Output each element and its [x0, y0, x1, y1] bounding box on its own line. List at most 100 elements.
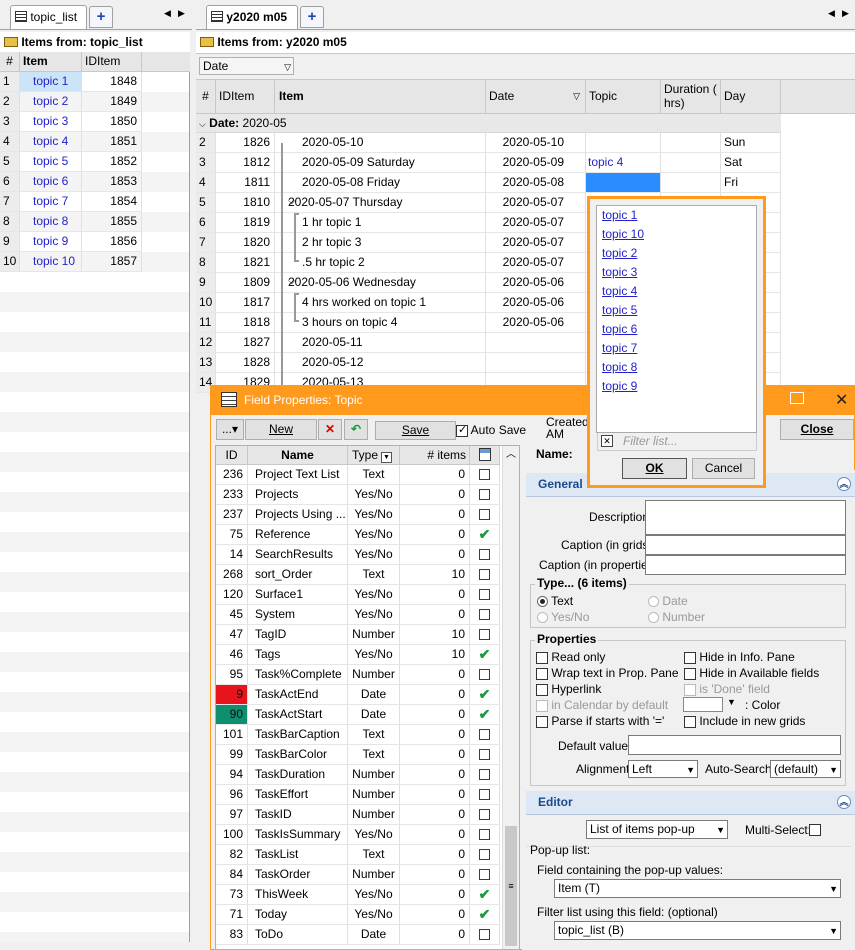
group-by-select[interactable]: Date ▽	[199, 57, 294, 75]
field-flag-cell[interactable]	[470, 805, 500, 825]
topic-cell[interactable]: topic 4	[586, 153, 661, 173]
field-name-cell[interactable]: Projects Using ...	[248, 505, 348, 525]
hyperlink-checkbox[interactable]: Hyperlink	[536, 682, 601, 696]
field-flag-cell[interactable]	[470, 865, 500, 885]
popup-list-item[interactable]: topic 4	[602, 284, 637, 298]
field-flag-cell[interactable]	[470, 925, 500, 945]
item-cell[interactable]: 2020-05-10	[275, 133, 486, 153]
chevron-down-icon[interactable]: ⌵	[288, 196, 296, 207]
field-col-name[interactable]: Name	[248, 446, 348, 465]
popup-list-item[interactable]: topic 7	[602, 341, 637, 355]
tab-topic-list[interactable]: topic_list	[10, 5, 87, 29]
topic-item-cell[interactable]: topic 2	[20, 92, 82, 112]
tab-y2020-m05[interactable]: y2020 m05	[206, 5, 298, 29]
field-name-cell[interactable]: TaskActStart	[248, 705, 348, 725]
field-name-cell[interactable]: sort_Order	[248, 565, 348, 585]
duration-cell[interactable]	[661, 133, 721, 153]
delete-button[interactable]: ✕	[318, 419, 342, 440]
field-name-cell[interactable]: TaskID	[248, 805, 348, 825]
scroll-up-icon[interactable]: ︿	[503, 446, 519, 463]
field-name-cell[interactable]: TagID	[248, 625, 348, 645]
caption-props-field[interactable]	[645, 555, 846, 575]
col-date[interactable]: Date ▽	[486, 80, 586, 114]
field-col-id[interactable]: ID	[216, 446, 248, 465]
field-name-cell[interactable]: Reference	[248, 525, 348, 545]
field-flag-cell[interactable]	[470, 745, 500, 765]
field-name-cell[interactable]: Projects	[248, 485, 348, 505]
type-radio-yesno[interactable]: Yes/No	[537, 610, 589, 624]
field-flag-cell[interactable]	[470, 665, 500, 685]
popup-list-item[interactable]: topic 1	[602, 208, 637, 222]
left-col-rownum[interactable]: #	[0, 52, 20, 72]
field-name-cell[interactable]: Project Text List	[248, 465, 348, 485]
include-new-checkbox[interactable]: Include in new grids	[684, 714, 805, 728]
topic-item-cell[interactable]: topic 6	[20, 172, 82, 192]
is-done-checkbox[interactable]: is 'Done' field	[684, 682, 770, 696]
parse-if-checkbox[interactable]: Parse if starts with '='	[536, 714, 664, 728]
popup-list-item[interactable]: topic 8	[602, 360, 637, 374]
add-tab-button[interactable]: +	[89, 6, 113, 28]
field-flag-cell[interactable]	[470, 505, 500, 525]
field-flag-cell[interactable]	[470, 465, 500, 485]
caption-grids-field[interactable]	[645, 535, 846, 555]
item-cell[interactable]: 1 hr topic 1	[275, 213, 486, 233]
item-cell[interactable]: 2020-05-06 Wednesday	[275, 273, 486, 293]
auto-search-select[interactable]: (default) ▼	[770, 760, 841, 778]
item-cell[interactable]: 2020-05-08 Friday	[275, 173, 486, 193]
topic-cell[interactable]	[586, 173, 661, 193]
item-cell[interactable]: 2020-05-07 Thursday	[275, 193, 486, 213]
item-cell[interactable]: 4 hrs worked on topic 1	[275, 293, 486, 313]
new-button[interactable]: New	[245, 419, 317, 440]
popup-filter-input[interactable]: Filter list...	[623, 434, 678, 448]
field-flag-cell[interactable]	[470, 625, 500, 645]
wrap-text-checkbox[interactable]: Wrap text in Prop. Pane	[536, 666, 679, 680]
field-flag-cell[interactable]	[470, 845, 500, 865]
topic-item-cell[interactable]: topic 4	[20, 132, 82, 152]
topic-item-cell[interactable]: topic 9	[20, 232, 82, 252]
item-cell[interactable]: 3 hours on topic 4	[275, 313, 486, 333]
duration-cell[interactable]	[661, 173, 721, 193]
group-row[interactable]: ⌵ Date: 2020-05	[196, 114, 781, 133]
alignment-select[interactable]: Left ▼	[628, 760, 698, 778]
scroll-thumb[interactable]: ≡	[505, 826, 517, 946]
topic-item-cell[interactable]: topic 5	[20, 152, 82, 172]
col-day[interactable]: Day	[721, 80, 781, 114]
popup-list-item[interactable]: topic 3	[602, 265, 637, 279]
field-name-cell[interactable]: TaskIsSummary	[248, 825, 348, 845]
multi-select-checkbox[interactable]	[809, 822, 821, 836]
item-cell[interactable]: 2020-05-11	[275, 333, 486, 353]
color-dropdown-icon[interactable]: ▼	[727, 697, 736, 707]
left-col-iditem[interactable]: IDItem	[82, 52, 142, 72]
left-col-item[interactable]: Item	[20, 52, 82, 72]
hide-info-checkbox[interactable]: Hide in Info. Pane	[684, 650, 795, 664]
scroll-tabs-right-icon[interactable]: ▶	[178, 8, 185, 19]
popup-list-item[interactable]: topic 10	[602, 227, 644, 241]
item-cell[interactable]: .5 hr topic 2	[275, 253, 486, 273]
field-flag-cell[interactable]: ✔	[470, 905, 500, 925]
field-name-cell[interactable]: TaskList	[248, 845, 348, 865]
item-cell[interactable]: 2020-05-09 Saturday	[275, 153, 486, 173]
field-flag-cell[interactable]	[470, 585, 500, 605]
editor-section-header[interactable]: Editor ︽	[526, 791, 855, 815]
field-col-items[interactable]: # items	[400, 446, 470, 465]
close-window-icon[interactable]: ✕	[835, 390, 848, 410]
field-flag-cell[interactable]	[470, 725, 500, 745]
add-tab-button-right[interactable]: +	[300, 6, 324, 28]
undo-button[interactable]: ↶	[344, 419, 368, 440]
type-radio-date[interactable]: Date	[648, 594, 688, 608]
topic-item-cell[interactable]: topic 10	[20, 252, 82, 272]
scroll-tabs-right-icon[interactable]: ▶	[842, 8, 849, 19]
topic-item-cell[interactable]: topic 7	[20, 192, 82, 212]
clear-filter-icon[interactable]: ✕	[601, 435, 613, 447]
field-name-cell[interactable]: System	[248, 605, 348, 625]
popup-list-item[interactable]: topic 5	[602, 303, 637, 317]
field-name-cell[interactable]: Task%Complete	[248, 665, 348, 685]
field-flag-cell[interactable]: ✔	[470, 645, 500, 665]
field-flag-cell[interactable]: ✔	[470, 705, 500, 725]
col-iditem[interactable]: IDItem	[216, 80, 275, 114]
autosave-checkbox[interactable]: ✓ Auto Save	[456, 423, 526, 437]
popup-ok-button[interactable]: OK	[622, 458, 687, 479]
col-rownum[interactable]: #	[196, 80, 216, 114]
field-col-flag[interactable]	[470, 446, 500, 465]
col-topic[interactable]: Topic	[586, 80, 661, 114]
